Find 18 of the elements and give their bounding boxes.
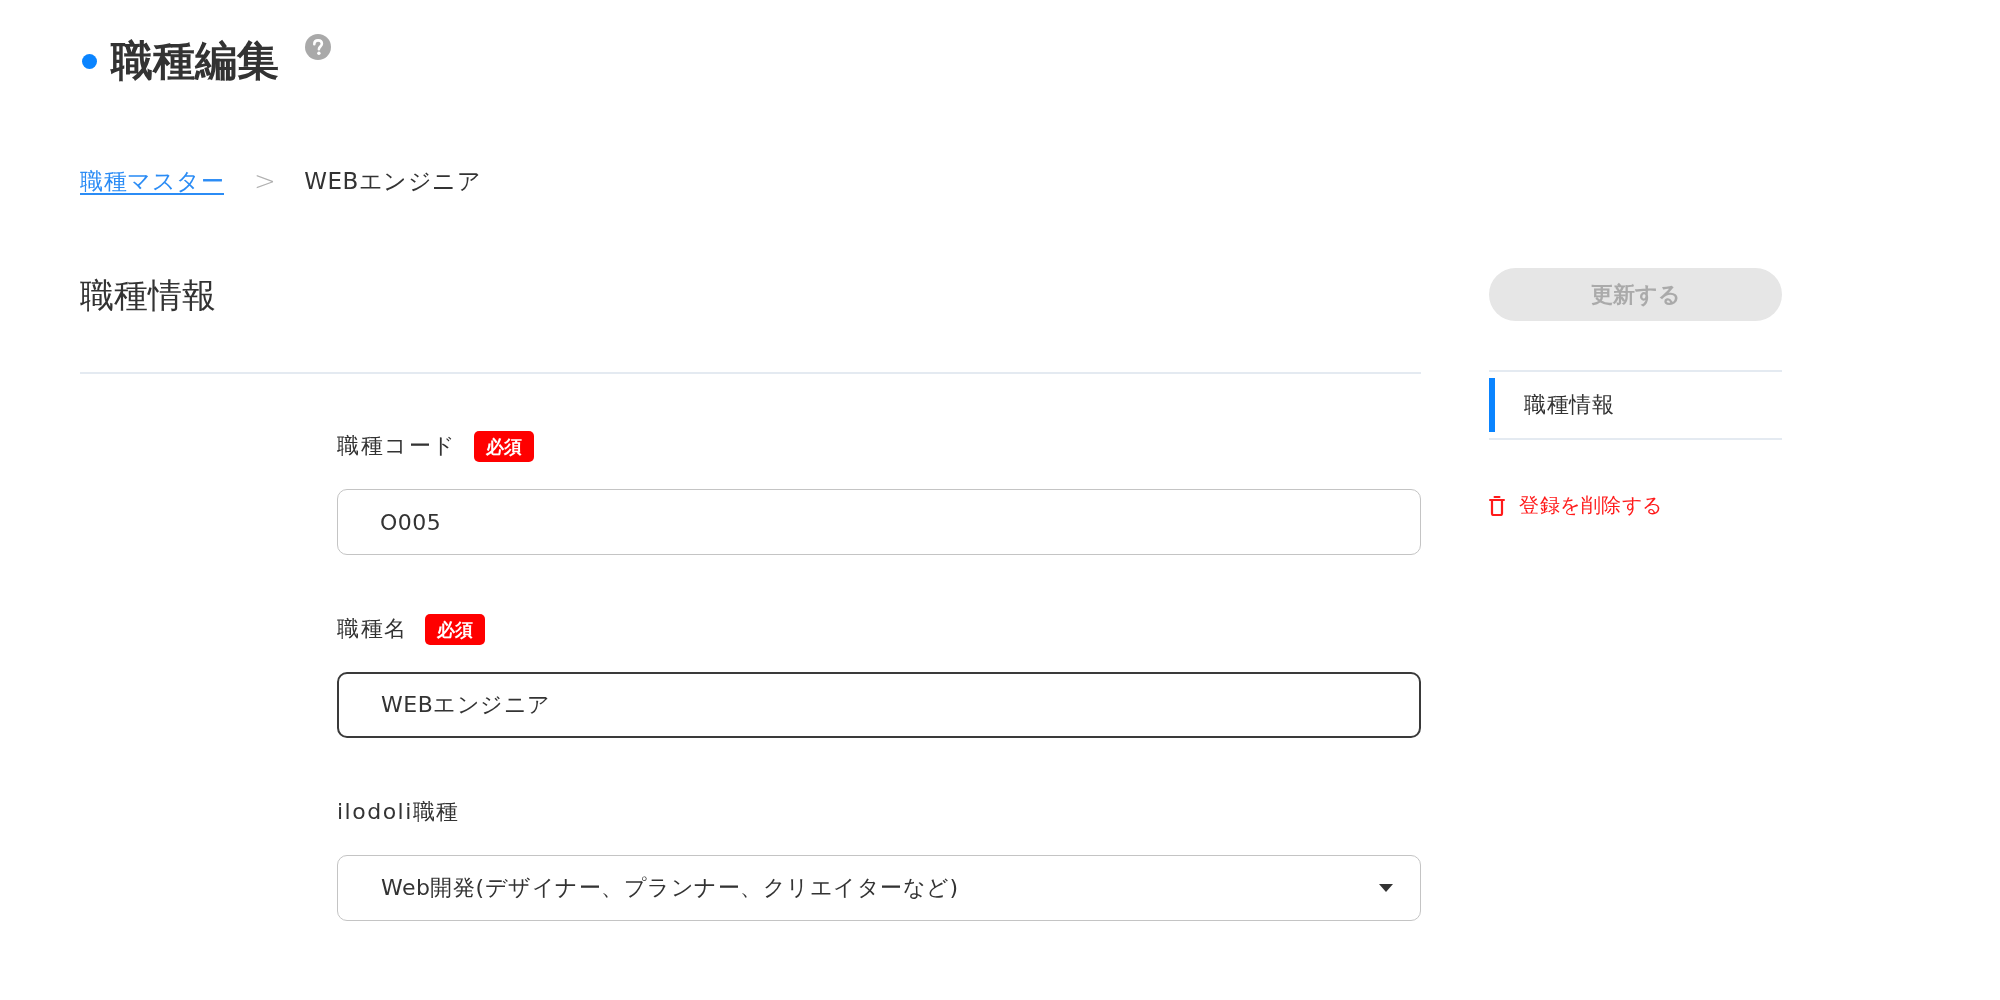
select-field[interactable]: Web開発(デザイナー、プランナー、クリエイターなど) — [337, 855, 1421, 921]
caret-icon — [1379, 884, 1393, 892]
required-badge: 必須 — [473, 430, 534, 462]
field-label: 職種名 — [337, 615, 408, 643]
section-title: 職種情報 — [80, 274, 216, 316]
trash-icon — [1489, 495, 1505, 516]
delete-link[interactable]: 登録を削除する — [1489, 492, 1663, 519]
text-input[interactable]: O005 — [337, 489, 1421, 555]
field-label: ilodoli職種 — [337, 798, 460, 826]
required-badge: 必須 — [424, 613, 485, 645]
help-icon[interactable] — [305, 34, 331, 60]
breadcrumb-separator: > — [254, 166, 277, 196]
text-input[interactable]: WEBエンジニア — [337, 672, 1421, 738]
field-label: 職種コード — [337, 432, 457, 460]
breadcrumb-current: WEBエンジニア — [304, 166, 482, 196]
page-title: 職種編集 — [111, 35, 279, 87]
sidebar-nav-item[interactable]: 職種情報 — [1489, 378, 1782, 432]
title-dot-icon — [82, 53, 97, 69]
